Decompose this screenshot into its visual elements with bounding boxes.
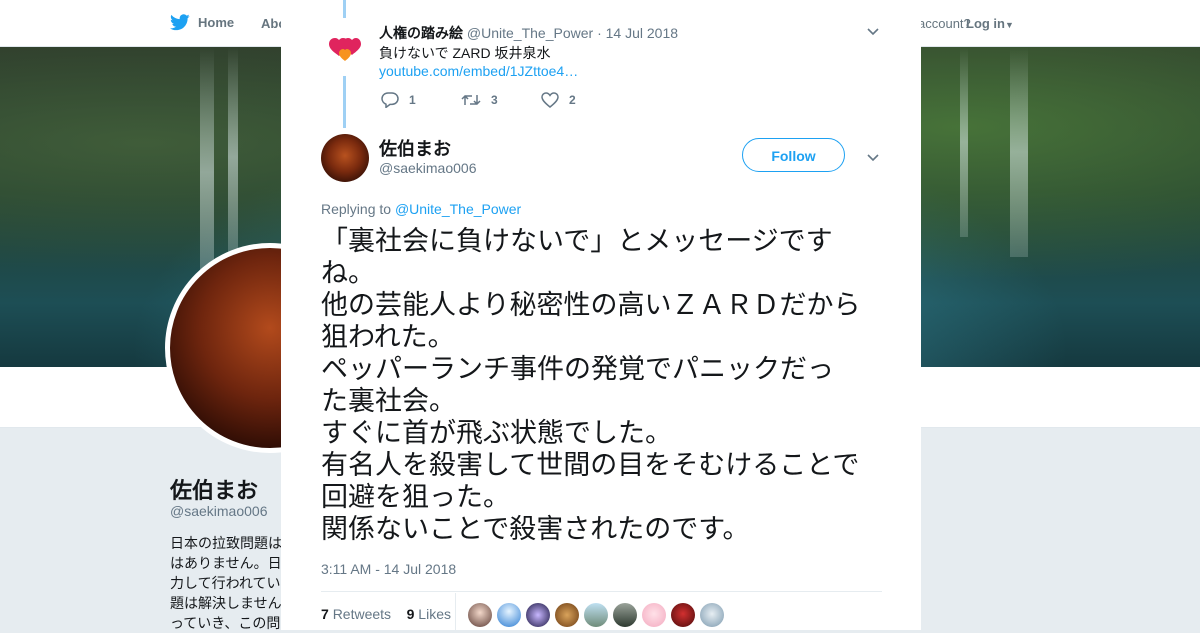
tweet-modal: 人権の踏み絵 @Unite_The_Power · 14 Jul 2018 負け… <box>281 0 921 630</box>
chevron-down-icon[interactable] <box>866 24 880 38</box>
likes-stat[interactable]: 9 Likes <box>407 606 451 622</box>
main-tweet-avatar[interactable] <box>321 134 369 182</box>
twitter-bird-icon <box>170 14 190 31</box>
chevron-down-icon[interactable] <box>866 150 880 164</box>
profile-bio-line: 題は解決しません <box>170 595 282 611</box>
liker-avatar[interactable] <box>613 603 637 627</box>
parent-tweet-link[interactable]: youtube.com/embed/1JZttoe4… <box>379 63 578 79</box>
tweet-stats: 7 Retweets 9 Likes <box>321 606 451 622</box>
replying-to-handle-link[interactable]: @Unite_The_Power <box>395 201 521 217</box>
like-button[interactable]: 2 <box>541 92 621 108</box>
reply-button[interactable]: 1 <box>381 92 461 108</box>
reply-count: 1 <box>409 93 416 107</box>
like-icon <box>541 92 559 108</box>
profile-handle: @saekimao006 <box>170 503 268 519</box>
nav-account-text: account? <box>918 16 971 31</box>
parent-tweet-text: 負けないで ZARD 坂井泉水 <box>379 45 551 61</box>
nav-home-label: Home <box>198 15 235 30</box>
retweet-button[interactable]: 3 <box>461 93 541 107</box>
liker-avatar[interactable] <box>671 603 695 627</box>
tweet-text-line: 関係ないことで殺害されたのです。 <box>321 514 750 545</box>
tweet-text: 「裏社会に負けないで」とメッセージです ね。 他の芸能人より秘密性の高いＺＡＲＤ… <box>321 226 886 546</box>
retweets-label: Retweets <box>332 606 392 622</box>
parent-tweet-avatar[interactable] <box>325 32 365 64</box>
profile-bio-line: 力して行われてい <box>170 575 281 591</box>
retweets-stat[interactable]: 7 Retweets <box>321 606 391 622</box>
tweet-text-line: 他の芸能人より秘密性の高いＺＡＲＤだから <box>321 290 861 321</box>
parent-tweet-date[interactable]: 14 Jul 2018 <box>606 25 678 41</box>
tweet-text-line: ね。 <box>321 258 375 289</box>
liker-avatar[interactable] <box>584 603 608 627</box>
parent-tweet-actions: 1 3 2 <box>381 92 621 108</box>
like-count: 2 <box>569 93 576 107</box>
liker-avatar[interactable] <box>497 603 521 627</box>
reply-icon <box>381 92 399 108</box>
login-label: Log in <box>966 16 1005 31</box>
main-tweet-name[interactable]: 佐伯まお <box>379 135 451 161</box>
profile-bio-line: はありません。日 <box>170 555 282 571</box>
follow-button[interactable]: Follow <box>742 138 845 172</box>
profile-bio-line: っていき、この問 <box>170 615 281 631</box>
tweet-text-line: 回避を狙った。 <box>321 482 510 513</box>
tweet-timestamp[interactable]: 3:11 AM - 14 Jul 2018 <box>321 561 456 577</box>
login-link[interactable]: Log in▼ <box>966 16 1014 31</box>
tweet-text-line: 狙われた。 <box>321 322 455 353</box>
liker-avatar[interactable] <box>526 603 550 627</box>
likes-count: 9 <box>406 606 415 622</box>
likes-label: Likes <box>418 606 451 622</box>
nav-home-link[interactable]: Home <box>170 14 234 31</box>
tweet-text-line: た裏社会。 <box>321 386 456 417</box>
main-tweet-handle[interactable]: @saekimao006 <box>379 160 477 176</box>
profile-bio: 日本の拉致問題は はありません。日 力して行われてい 題は解決しません っていき… <box>170 533 285 633</box>
parent-tweet-name[interactable]: 人権の踏み絵 <box>379 25 463 41</box>
banner-waterfall <box>228 47 238 267</box>
banner-waterfall <box>960 47 968 237</box>
banner-waterfall <box>1010 47 1028 257</box>
liker-avatar[interactable] <box>642 603 666 627</box>
likers-avatars <box>468 603 724 627</box>
liker-avatar[interactable] <box>700 603 724 627</box>
stats-divider <box>321 591 882 592</box>
liker-avatar[interactable] <box>555 603 579 627</box>
replying-to: Replying to @Unite_The_Power <box>321 201 521 217</box>
heart-logo-icon <box>329 38 361 61</box>
tweet-text-line: すぐに首が飛ぶ状態でした。 <box>321 418 672 449</box>
stats-separator <box>455 593 456 630</box>
retweet-icon <box>461 94 481 106</box>
close-icon[interactable]: ✕ <box>1154 9 1180 39</box>
profile-bio-line: 日本の拉致問題は <box>170 535 282 551</box>
thread-connector-line <box>343 76 346 128</box>
tweet-text-line: ペッパーランチ事件の発覚でパニックだっ <box>321 354 834 385</box>
profile-name: 佐伯まお <box>170 478 259 503</box>
parent-tweet-separator: · <box>597 25 602 41</box>
thread-connector-line <box>343 0 346 18</box>
tweet-text-line: 有名人を殺害して世間の目をそむけることで <box>321 450 860 481</box>
liker-avatar[interactable] <box>468 603 492 627</box>
parent-tweet-header: 人権の踏み絵 @Unite_The_Power · 14 Jul 2018 <box>379 23 678 43</box>
parent-tweet-handle[interactable]: @Unite_The_Power <box>467 25 593 41</box>
replying-to-prefix: Replying to <box>321 201 392 217</box>
caret-down-icon: ▼ <box>1005 20 1014 30</box>
retweet-count: 3 <box>491 93 498 107</box>
retweets-count: 7 <box>321 606 329 622</box>
tweet-text-line: 「裏社会に負けないで」とメッセージです <box>321 226 833 257</box>
